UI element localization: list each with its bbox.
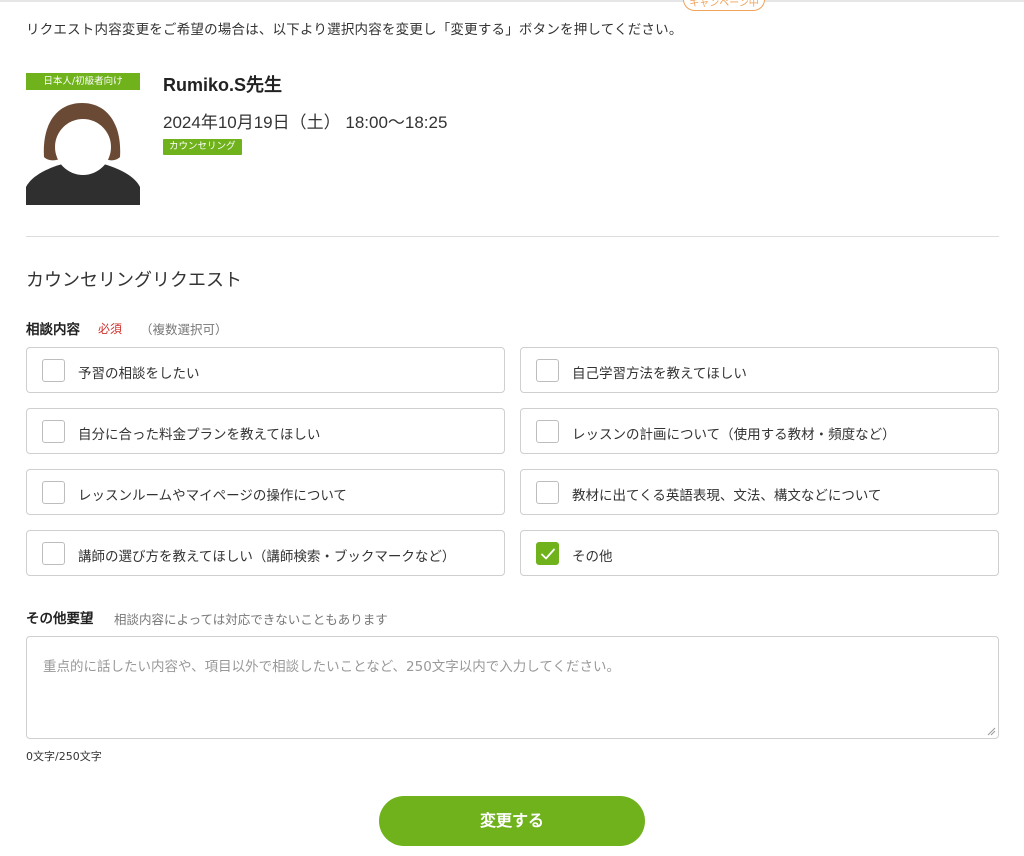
character-counter: 0文字/250文字	[26, 750, 102, 763]
topic-option-label: 予習の相談をしたい	[78, 366, 200, 382]
topic-option[interactable]: 自己学習方法を教えてほしい	[520, 347, 999, 393]
required-marker: 必須	[98, 322, 123, 336]
topic-option[interactable]: 教材に出てくる英語表現、文法、構文などについて	[520, 469, 999, 515]
topic-label: 相談内容	[26, 322, 80, 338]
topic-option[interactable]: レッスンの計画について（使用する教材・頻度など）	[520, 408, 999, 454]
top-divider	[0, 0, 1024, 2]
resize-handle-icon[interactable]	[987, 727, 996, 736]
section-divider	[26, 236, 999, 237]
topic-option[interactable]: その他	[520, 530, 999, 576]
checkbox[interactable]	[42, 542, 65, 565]
other-request-textarea[interactable]: 重点的に話したい内容や、項目以外で相談したいことなど、250文字以内で入力してく…	[26, 636, 999, 739]
checkbox[interactable]	[536, 420, 559, 443]
intro-text: リクエスト内容変更をご希望の場合は、以下より選択内容を変更し「変更する」ボタンを…	[26, 22, 683, 38]
topic-option[interactable]: レッスンルームやマイページの操作について	[26, 469, 505, 515]
topic-option-label: 自分に合った料金プランを教えてほしい	[78, 427, 321, 443]
textarea-placeholder: 重点的に話したい内容や、項目以外で相談したいことなど、250文字以内で入力してく…	[43, 659, 620, 675]
lesson-type-badge: カウンセリング	[163, 139, 242, 155]
topic-option-label: 講師の選び方を教えてほしい（講師検索・ブックマークなど）	[78, 549, 456, 565]
checkbox[interactable]	[536, 481, 559, 504]
checkbox-checked[interactable]	[536, 542, 559, 565]
checkbox[interactable]	[42, 481, 65, 504]
teacher-avatar	[26, 95, 140, 205]
checkbox[interactable]	[42, 420, 65, 443]
campaign-tab[interactable]: キャンペーン中	[683, 0, 765, 11]
submit-change-button[interactable]: 変更する	[379, 796, 645, 846]
check-icon	[541, 548, 555, 560]
topic-option-label: 自己学習方法を教えてほしい	[572, 366, 747, 382]
checkbox[interactable]	[42, 359, 65, 382]
other-request-note: 相談内容によっては対応できないこともあります	[114, 612, 388, 627]
topic-option[interactable]: 講師の選び方を教えてほしい（講師検索・ブックマークなど）	[26, 530, 505, 576]
topic-option-label: 教材に出てくる英語表現、文法、構文などについて	[572, 488, 882, 504]
topic-option-label: その他	[572, 549, 613, 565]
other-request-label: その他要望	[26, 611, 94, 627]
section-title: カウンセリングリクエスト	[26, 270, 242, 291]
topic-option-label: レッスンルームやマイページの操作について	[78, 488, 347, 504]
checkbox[interactable]	[536, 359, 559, 382]
teacher-badge: 日本人/初級者向け	[26, 73, 140, 90]
multi-select-note: （複数選択可）	[140, 322, 228, 337]
lesson-datetime: 2024年10月19日（土） 18:00〜18:25	[163, 113, 448, 132]
topic-option[interactable]: 予習の相談をしたい	[26, 347, 505, 393]
teacher-name[interactable]: Rumiko.S先生	[163, 71, 282, 97]
topic-option-label: レッスンの計画について（使用する教材・頻度など）	[572, 427, 896, 443]
topic-option[interactable]: 自分に合った料金プランを教えてほしい	[26, 408, 505, 454]
